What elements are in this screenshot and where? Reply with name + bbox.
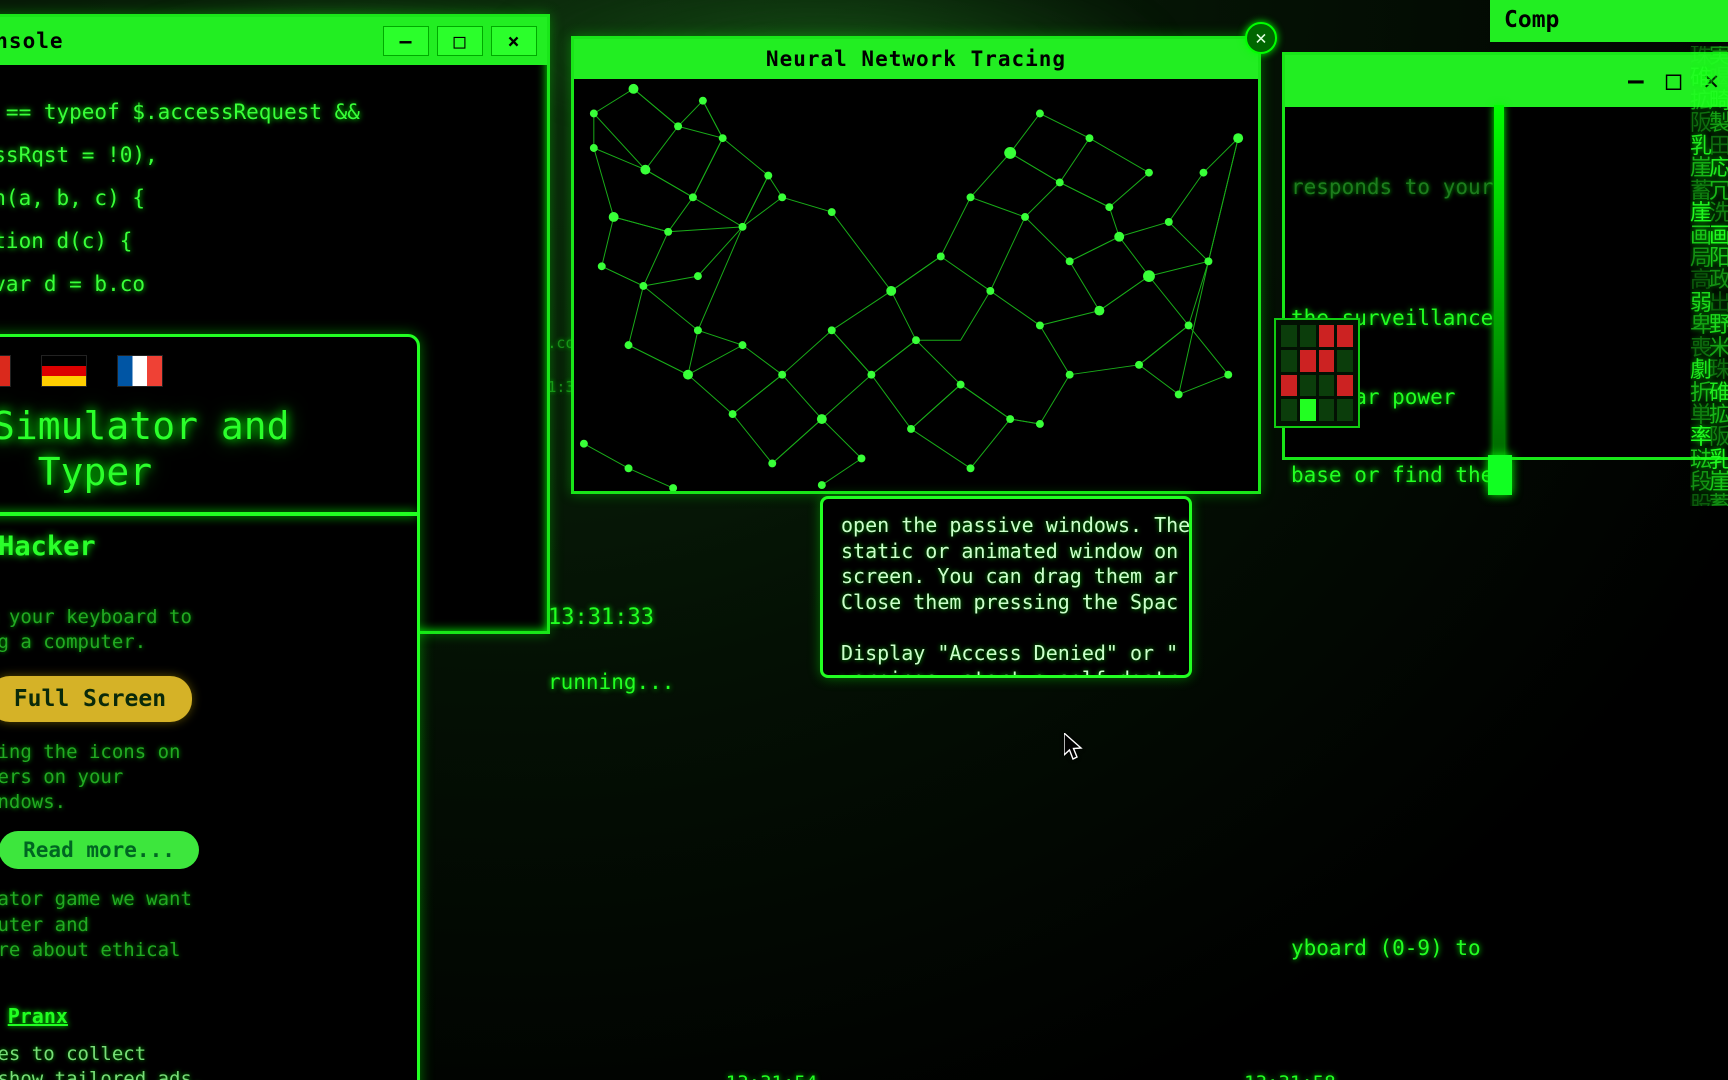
neural-network-title: Neural Network Tracing bbox=[765, 47, 1067, 71]
read-more-button[interactable]: Read more... bbox=[0, 831, 199, 870]
cookie-notice-line: analytics and to show tailored ads. bbox=[0, 1068, 204, 1080]
keypad-key bbox=[1337, 374, 1353, 397]
computer-text-line bbox=[1285, 541, 1728, 567]
intro-line: hat you're hacking a computer. bbox=[0, 631, 147, 654]
computer-text-line bbox=[1285, 777, 1728, 803]
action-buttons: Automate Full Screen bbox=[0, 675, 395, 722]
level-meter bbox=[1494, 105, 1504, 465]
about-line: this hacker simulator game we want bbox=[0, 888, 192, 911]
console-running-status: running... bbox=[548, 670, 675, 694]
computer-text-line bbox=[1285, 699, 1728, 725]
console-code-line: e" == typeof $.accessRequest && bbox=[0, 100, 360, 124]
console-titlebar[interactable]: Console — □ × bbox=[0, 17, 547, 65]
minimize-button[interactable]: — bbox=[383, 26, 429, 56]
computer-window-title: Comp bbox=[1504, 7, 1560, 33]
neural-network-window[interactable]: Neural Network Tracing bbox=[571, 36, 1261, 494]
close-button[interactable]: × bbox=[491, 26, 537, 56]
keypad-key bbox=[1337, 325, 1353, 347]
pranks-prefix: online pranks at bbox=[0, 1004, 8, 1028]
portugal-flag-icon[interactable] bbox=[0, 355, 11, 387]
intro-line: ng random text on your keyboard to bbox=[0, 606, 192, 629]
console-window-controls: — □ × bbox=[383, 26, 537, 56]
keypad-key bbox=[1318, 325, 1335, 347]
read-more-row: Read more... bbox=[0, 831, 395, 870]
instruction-line: open the passive windows. These programs… bbox=[841, 513, 1191, 537]
language-flags: ✦ bbox=[0, 337, 417, 397]
mouse-cursor bbox=[1064, 733, 1084, 763]
pranx-link[interactable]: Pranx bbox=[8, 1004, 68, 1028]
section-heading-line2: or bbox=[0, 561, 395, 591]
console-code-line: var d = b.co bbox=[0, 272, 146, 297]
console-timestamp: 13:31:33 bbox=[548, 605, 654, 630]
body-line: o show various windows. bbox=[0, 791, 67, 814]
france-flag-icon[interactable] bbox=[117, 355, 163, 387]
keypad-key bbox=[1299, 374, 1316, 397]
instruction-line: Close them pressing the Spac bbox=[841, 589, 1179, 614]
pranks-line: online pranks at Pranx bbox=[0, 1004, 395, 1028]
keypad-key bbox=[1281, 349, 1297, 372]
instructions-overlay: open the passive windows. These programs… bbox=[820, 496, 1192, 678]
keypad-key bbox=[1337, 349, 1353, 372]
body-line: or press the numbers on your bbox=[0, 765, 124, 788]
computer-text-line bbox=[1285, 620, 1728, 646]
console-code-line: ion(a, b, c) { bbox=[0, 186, 146, 211]
fullscreen-button[interactable]: Full Screen bbox=[0, 675, 193, 722]
computer-window-controls: — □ ✕ bbox=[1285, 55, 1728, 107]
keypad-key bbox=[1281, 374, 1297, 397]
germany-flag-icon[interactable] bbox=[41, 355, 87, 387]
chart-x-tick-label: 13:31:54 bbox=[726, 1072, 818, 1080]
minimize-button[interactable]: — bbox=[1628, 66, 1644, 96]
matrix-rain-column: 実喝畸製田応冗洗画阳政出野米珠碓拡阪乳崖蓄崖 bbox=[1709, 46, 1728, 506]
console-title: Console bbox=[0, 29, 64, 53]
keypad-key bbox=[1281, 325, 1297, 347]
about-line: ecurity. Learn more about ethical bbox=[0, 938, 181, 961]
computer-text-line: yboard (0-9) to bbox=[1291, 935, 1481, 960]
computer-text-line bbox=[1285, 856, 1728, 882]
maximize-button[interactable]: □ bbox=[437, 26, 483, 56]
instruction-line: warnings, start a self destr bbox=[841, 667, 1179, 675]
instruction-line: screen. You can drag them ar bbox=[841, 564, 1179, 589]
keypad-key bbox=[1299, 349, 1316, 372]
maximize-button[interactable]: □ bbox=[1666, 66, 1682, 96]
section-heading-line1: ine Ethical Hacker bbox=[0, 530, 96, 562]
section-heading: ine Ethical Hacker or bbox=[0, 532, 395, 591]
hacker-typer-panel: ✦ ker Simulator and Typer ine Ethical Ha… bbox=[0, 334, 420, 1080]
cookie-notice-line: te is using Cookies to collect bbox=[0, 1043, 147, 1066]
keypad-key bbox=[1318, 349, 1335, 372]
page-title: ker Simulator and Typer bbox=[0, 397, 417, 512]
keypad-key bbox=[1299, 399, 1316, 421]
instruction-line: Display "Access Denied" or " bbox=[841, 640, 1179, 665]
page-title-line2: Typer bbox=[37, 450, 153, 495]
level-indicator bbox=[1488, 455, 1512, 495]
neural-network-graph bbox=[574, 79, 1258, 491]
keypad-key bbox=[1281, 399, 1297, 421]
neural-network-titlebar[interactable]: Neural Network Tracing bbox=[574, 39, 1258, 79]
console-code-line: nction d(c) { bbox=[0, 229, 133, 254]
computer-window-text: responds to your the surveillance nuclea… bbox=[1285, 107, 1728, 1014]
instruction-line: static or animated window on bbox=[841, 538, 1179, 563]
chart-x-tick-label: 13:31:58 bbox=[1244, 1072, 1336, 1080]
computer-window-titlebar[interactable]: Comp bbox=[1490, 0, 1728, 42]
keypad-key bbox=[1318, 399, 1335, 421]
keypad-key bbox=[1299, 325, 1316, 347]
console-code-line: cessRqst = !0), bbox=[0, 143, 158, 168]
keypad-key bbox=[1318, 374, 1335, 397]
matrix-rain-column: 珠碓拡阪乳崖蓄崖画局高弱卑喪劇折単率琺段股実 bbox=[1690, 46, 1713, 506]
page-title-line1: ker Simulator and bbox=[0, 404, 290, 448]
about-line-with-link: hacking here. bbox=[0, 963, 395, 988]
neural-network-close-icon[interactable]: ✕ bbox=[1245, 22, 1277, 54]
instruction-line bbox=[841, 615, 1179, 641]
body-line: he programs clicking the icons on bbox=[0, 740, 181, 763]
keypad-graphic bbox=[1274, 318, 1360, 428]
matrix-rain: 珠碓拡阪乳崖蓄崖画局高弱卑喪劇折単率琺段股実実喝畸製田応冗洗画阳政出野米珠碓拡阪… bbox=[1690, 46, 1728, 506]
about-line: wareness for computer and bbox=[0, 913, 89, 936]
computer-text-line: responds to your bbox=[1291, 174, 1494, 199]
keypad-key bbox=[1337, 399, 1353, 421]
